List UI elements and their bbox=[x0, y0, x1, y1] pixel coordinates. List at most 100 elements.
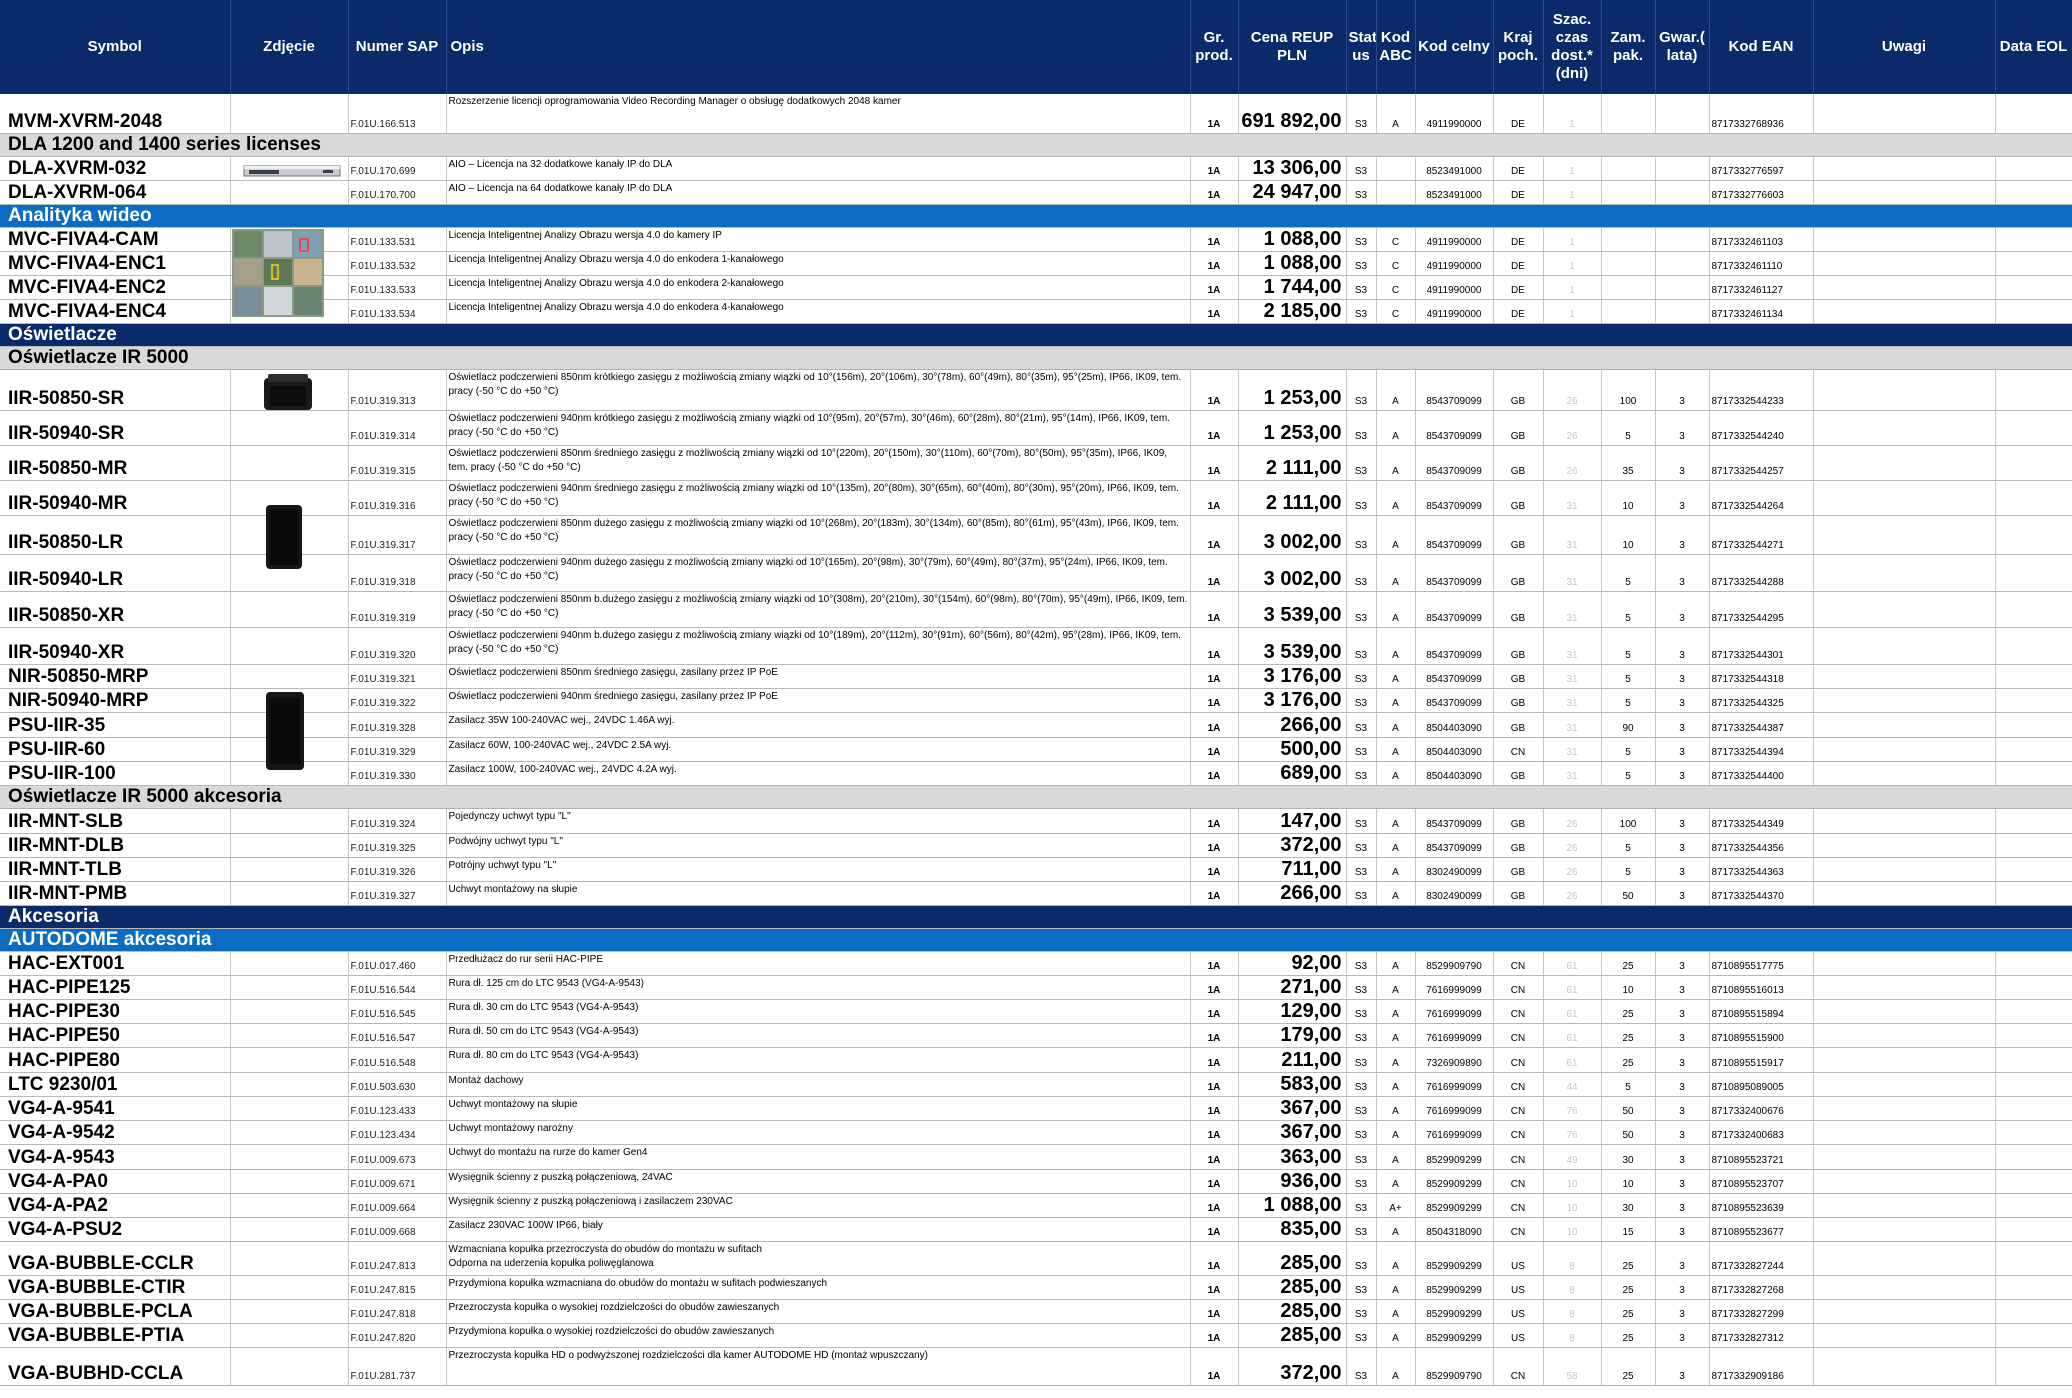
col-header-pack[interactable]: Zam. pak. bbox=[1601, 0, 1656, 94]
pack-cell: 25 bbox=[1601, 1047, 1656, 1073]
sap-cell: F.01U.247.815 bbox=[348, 1275, 447, 1300]
section-header-row: Akcesoria bbox=[0, 905, 2072, 929]
symbol-cell: HAC-PIPE125 bbox=[0, 975, 231, 1000]
col-header-group[interactable]: Gr. prod. bbox=[1190, 0, 1239, 94]
eol-cell bbox=[1995, 975, 2072, 1000]
col-header-delivery[interactable]: Szac. czas dost.* (dni) bbox=[1543, 0, 1602, 94]
customs-code-cell: 7326909890 bbox=[1415, 1047, 1494, 1073]
ean-cell: 8710895523707 bbox=[1709, 1169, 1814, 1194]
col-header-abc[interactable]: Kod ABC bbox=[1376, 0, 1416, 94]
col-header-status[interactable]: Stat us bbox=[1346, 0, 1377, 94]
col-header-eol[interactable]: Data EOL bbox=[1995, 0, 2072, 94]
eol-cell bbox=[1995, 627, 2072, 665]
price-cell: 1 253,00 bbox=[1238, 410, 1347, 446]
col-header-ean[interactable]: Kod EAN bbox=[1709, 0, 1814, 94]
warranty-cell: 3 bbox=[1655, 951, 1710, 976]
abc-cell: A bbox=[1376, 591, 1416, 628]
eol-cell bbox=[1995, 1323, 2072, 1348]
col-header-sap[interactable]: Numer SAP bbox=[348, 0, 447, 94]
eol-cell bbox=[1995, 808, 2072, 834]
warranty-cell: 3 bbox=[1655, 808, 1710, 834]
col-header-price[interactable]: Cena REUP PLN bbox=[1238, 0, 1347, 94]
customs-code-cell: 8529909299 bbox=[1415, 1241, 1494, 1276]
delivery-cell: 31 bbox=[1543, 737, 1602, 762]
table-row: VGA-BUBBLE-CCLR F.01U.247.813 Wzmacniana k… bbox=[0, 1241, 2072, 1276]
price-list-sheet: Symbol Zdjęcie Numer SAP Opis Gr. prod. … bbox=[0, 0, 2072, 1398]
description-cell: Zasilacz 35W 100-240VAC wej., 24VDC 1.46… bbox=[446, 712, 1191, 738]
col-header-warranty[interactable]: Gwar.( lata) bbox=[1655, 0, 1710, 94]
pack-cell: 5 bbox=[1601, 1072, 1656, 1097]
status-cell: S3 bbox=[1346, 1047, 1377, 1073]
section-header-row: Oświetlacze bbox=[0, 323, 2072, 347]
customs-code-cell: 8543709099 bbox=[1415, 664, 1494, 689]
customs-code-cell: 8543709099 bbox=[1415, 410, 1494, 446]
eol-cell bbox=[1995, 833, 2072, 858]
notes-cell bbox=[1813, 1323, 1996, 1348]
description-cell: Wysięgnik ścienny z puszką połączeniową … bbox=[446, 1193, 1191, 1218]
customs-code-cell: 8302490099 bbox=[1415, 857, 1494, 882]
price-cell: 2 111,00 bbox=[1238, 445, 1347, 481]
table-row: IIR-50940-MR F.01U.319.316 Oświetlacz podc… bbox=[0, 480, 2072, 516]
status-cell: S3 bbox=[1346, 1299, 1377, 1324]
pack-cell: 5 bbox=[1601, 627, 1656, 665]
abc-cell: A bbox=[1376, 1096, 1416, 1121]
group-cell: 1A bbox=[1190, 156, 1239, 181]
sap-cell: F.01U.319.318 bbox=[348, 554, 447, 592]
section-label: DLA 1200 and 1400 series licenses bbox=[0, 133, 2072, 157]
group-cell: 1A bbox=[1190, 975, 1239, 1000]
price-cell: 24 947,00 bbox=[1238, 180, 1347, 205]
symbol-cell: MVC-FIVA4-ENC1 bbox=[0, 251, 231, 276]
price-cell: 129,00 bbox=[1238, 999, 1347, 1024]
ean-cell: 8717332544318 bbox=[1709, 664, 1814, 689]
sap-cell: F.01U.247.818 bbox=[348, 1299, 447, 1324]
photo-cell bbox=[230, 180, 349, 205]
col-header-photo[interactable]: Zdjęcie bbox=[230, 0, 349, 94]
ean-cell: 8710895515894 bbox=[1709, 999, 1814, 1024]
group-cell: 1A bbox=[1190, 1169, 1239, 1194]
section-label: Analityka wideo bbox=[0, 204, 2072, 228]
group-cell: 1A bbox=[1190, 299, 1239, 324]
warranty-cell: 3 bbox=[1655, 761, 1710, 786]
table-row: MVM-XVRM-2048 F.01U.166.513 Rozszerzenie l… bbox=[0, 94, 2072, 134]
pack-cell: 25 bbox=[1601, 1241, 1656, 1276]
pack-cell: 5 bbox=[1601, 591, 1656, 628]
pack-cell bbox=[1601, 156, 1656, 181]
eol-cell bbox=[1995, 299, 2072, 324]
photo-cell bbox=[230, 1144, 349, 1170]
delivery-cell: 31 bbox=[1543, 627, 1602, 665]
ean-cell: 8717332827312 bbox=[1709, 1323, 1814, 1348]
col-header-description[interactable]: Opis bbox=[446, 0, 1191, 94]
price-cell: 285,00 bbox=[1238, 1241, 1347, 1276]
photo-cell bbox=[230, 1072, 349, 1097]
delivery-cell: 31 bbox=[1543, 480, 1602, 516]
status-cell: S3 bbox=[1346, 1193, 1377, 1218]
customs-code-cell: 8523491000 bbox=[1415, 156, 1494, 181]
col-header-notes[interactable]: Uwagi bbox=[1813, 0, 1996, 94]
group-cell: 1A bbox=[1190, 761, 1239, 786]
col-header-customs[interactable]: Kod celny bbox=[1415, 0, 1494, 94]
customs-code-cell: 7616999099 bbox=[1415, 1120, 1494, 1145]
delivery-cell: 8 bbox=[1543, 1241, 1602, 1276]
customs-code-cell: 8543709099 bbox=[1415, 627, 1494, 665]
warranty-cell: 3 bbox=[1655, 999, 1710, 1024]
price-cell: 689,00 bbox=[1238, 761, 1347, 786]
delivery-cell: 31 bbox=[1543, 664, 1602, 689]
table-row: PSU-IIR-60 F.01U.319.329 Zasilacz 60W, 100… bbox=[0, 737, 2072, 762]
delivery-cell: 1 bbox=[1543, 156, 1602, 181]
status-cell: S3 bbox=[1346, 299, 1377, 324]
group-cell: 1A bbox=[1190, 445, 1239, 481]
sap-cell: F.01U.123.434 bbox=[348, 1120, 447, 1145]
notes-cell bbox=[1813, 1047, 1996, 1073]
delivery-cell: 10 bbox=[1543, 1169, 1602, 1194]
pack-cell: 5 bbox=[1601, 688, 1656, 713]
description-cell: Oświetlacz podczerwieni 940nm dużego zas… bbox=[446, 554, 1191, 592]
col-header-symbol[interactable]: Symbol bbox=[0, 0, 231, 94]
price-cell: 3 176,00 bbox=[1238, 688, 1347, 713]
warranty-cell: 3 bbox=[1655, 515, 1710, 555]
sap-cell: F.01U.319.324 bbox=[348, 808, 447, 834]
pack-cell: 50 bbox=[1601, 1096, 1656, 1121]
col-header-country[interactable]: Kraj poch. bbox=[1493, 0, 1544, 94]
abc-cell bbox=[1376, 156, 1416, 181]
warranty-cell: 3 bbox=[1655, 369, 1710, 411]
country-cell: GB bbox=[1493, 688, 1544, 713]
